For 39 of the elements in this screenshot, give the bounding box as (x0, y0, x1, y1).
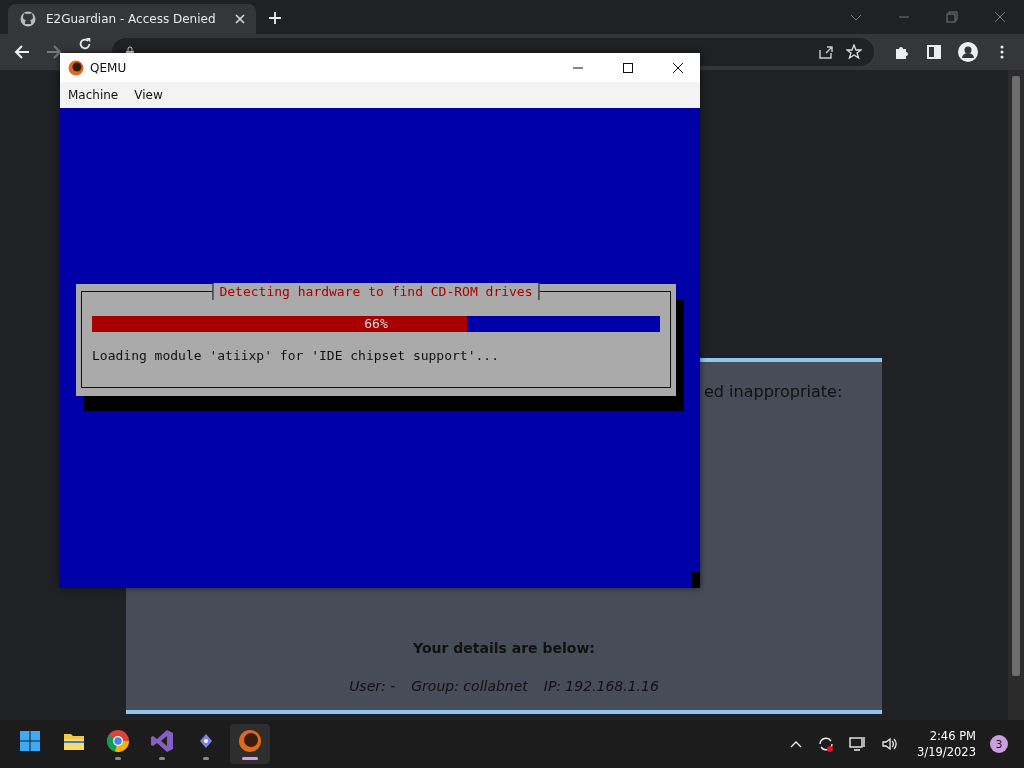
tab-title: E2Guardian - Access Denied (46, 12, 217, 26)
browser-tab[interactable]: E2Guardian - Access Denied (8, 4, 256, 34)
notification-badge[interactable]: 3 (990, 735, 1008, 753)
detail-text: Group: collabnet (411, 678, 528, 694)
detail-text: IP: 192.168.1.16 (543, 678, 659, 694)
profile-icon[interactable] (958, 42, 978, 62)
volume-icon[interactable] (881, 735, 900, 753)
qemu-icon (238, 728, 262, 753)
sync-icon[interactable] (817, 735, 836, 753)
taskbar-button[interactable] (230, 724, 270, 764)
menu-item[interactable]: Machine (68, 88, 119, 102)
status-message: Loading module 'atiixp' for 'IDE chipset support'... (92, 348, 500, 363)
chrome-icon (106, 728, 130, 753)
close-icon[interactable] (672, 61, 684, 74)
window-title: QEMU (90, 60, 127, 75)
clock[interactable]: 2:46 PM 3/19/2023 (917, 728, 976, 760)
network-icon[interactable] (849, 735, 868, 753)
qemu-icon (68, 59, 84, 76)
maximize-icon[interactable] (622, 61, 634, 74)
puzzle-icon[interactable] (894, 44, 910, 60)
back-icon[interactable] (14, 44, 30, 60)
github-icon (20, 11, 36, 27)
scrollbar[interactable] (1008, 70, 1024, 720)
windows-icon (18, 728, 42, 753)
share-icon[interactable] (818, 44, 834, 60)
reload-icon[interactable] (78, 37, 92, 51)
details-heading: Your details are below: (412, 640, 596, 656)
forward-icon[interactable] (46, 44, 62, 60)
detail-text: User: - (349, 678, 396, 694)
dialog-title: Detecting hardware to find CD-ROM drives (212, 283, 540, 300)
restore-icon[interactable] (946, 11, 958, 23)
new-tab-icon[interactable] (268, 11, 282, 25)
studio-icon (150, 728, 174, 753)
cursor-block (692, 572, 700, 588)
progress-percent: 66% (364, 316, 388, 332)
sidebar-icon[interactable] (926, 44, 942, 60)
star-icon[interactable] (846, 44, 862, 60)
menu-item[interactable]: View (134, 88, 163, 102)
heading-text: ed inappropriate: (704, 382, 843, 401)
